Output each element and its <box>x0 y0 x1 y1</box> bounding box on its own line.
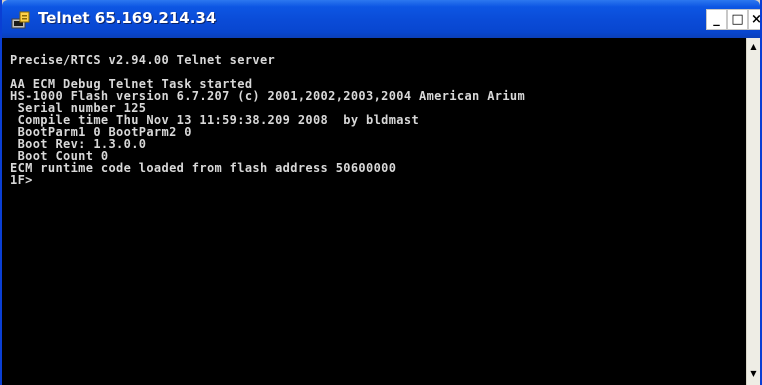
title-bar[interactable]: Telnet 65.169.214.34 _ □ × <box>2 0 760 38</box>
window-title: Telnet 65.169.214.34 <box>38 9 217 27</box>
telnet-terminal-icon <box>11 11 30 29</box>
console-line: ECM runtime code loaded from flash addre… <box>10 161 397 175</box>
telnet-window: Telnet 65.169.214.34 _ □ × Precise/RTCS … <box>0 0 762 385</box>
console-output[interactable]: Precise/RTCS v2.94.00 Telnet server AA E… <box>2 38 746 385</box>
minimize-button[interactable]: _ <box>706 9 727 30</box>
console-lines: Precise/RTCS v2.94.00 Telnet server AA E… <box>10 54 525 186</box>
maximize-button[interactable]: □ <box>727 9 748 30</box>
command-prompt[interactable]: 1F> <box>10 174 525 186</box>
close-button[interactable]: × <box>748 9 760 30</box>
console-line: Precise/RTCS v2.94.00 Telnet server <box>10 53 276 67</box>
scroll-down-icon[interactable]: ▼ <box>747 367 760 381</box>
vertical-scrollbar[interactable]: ▲ ▼ <box>746 38 760 385</box>
minimize-icon: _ <box>713 12 720 27</box>
scroll-up-icon[interactable]: ▲ <box>747 40 760 54</box>
close-icon: × <box>751 12 760 27</box>
maximize-icon: □ <box>731 12 744 27</box>
